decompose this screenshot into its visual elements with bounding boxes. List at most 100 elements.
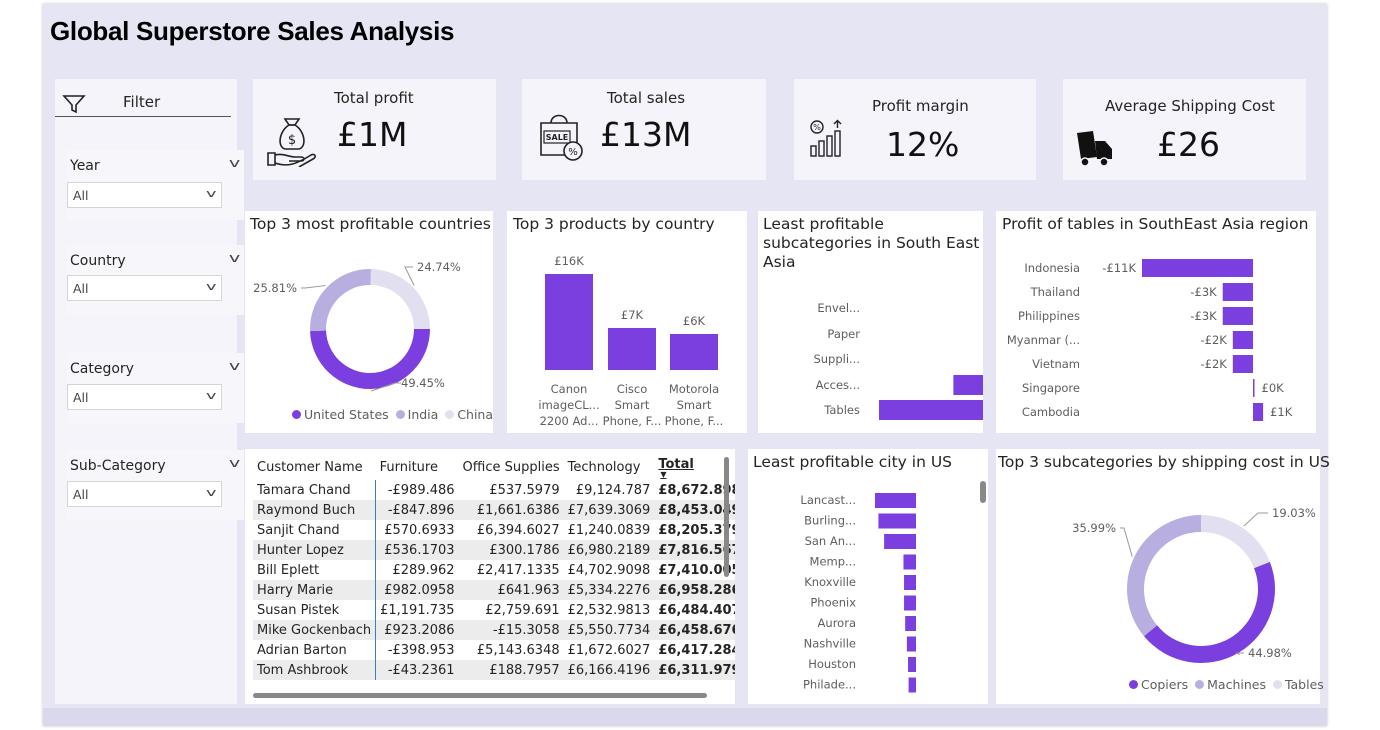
- value-cell: £5,334.2276: [563, 580, 655, 600]
- value-cell: £7,639.3069: [563, 500, 655, 520]
- bar: [878, 513, 916, 529]
- slicer-label: Sub-Category: [70, 458, 166, 474]
- column-chart: £16K Canon imageCL... 2200 Ad... £7K Cisco Sma…: [538, 254, 723, 428]
- customer-name-cell: Sanjit Chand: [253, 520, 377, 540]
- table-row[interactable]: Raymond Buch -£847.896 £1,661.6386 £7,639.3…: [253, 500, 735, 520]
- value-cell: £289.962: [392, 562, 455, 578]
- chevron-down-icon[interactable]: v: [229, 359, 240, 373]
- slicer-country[interactable]: Country v All v: [67, 245, 244, 315]
- value-cell: £5,143.6348: [476, 642, 560, 658]
- bar-chart: Lancast... Burling... San An... Memp... Knox…: [800, 493, 916, 693]
- data-label: 19.03%: [1272, 506, 1316, 520]
- table-row[interactable]: Adrian Barton -£398.953 £5,143.6348 £1,672.…: [253, 640, 735, 660]
- data-label: 24.74%: [417, 260, 461, 274]
- kpi-card-total-sales: Total sales SALE % £13M: [522, 79, 766, 180]
- data-label: -£2K: [1200, 333, 1227, 347]
- category-label: imageCL...: [538, 398, 599, 412]
- legend-swatch: [1195, 680, 1205, 689]
- value-cell: £2,532.9813: [567, 602, 651, 618]
- category-label: Tables: [823, 403, 860, 417]
- bar-chart: Envel... Paper Suppli... Acces... Tables: [813, 301, 983, 420]
- report-canvas: Global Superstore Sales Analysis Filter …: [43, 4, 1330, 726]
- table-row[interactable]: Harry Marie £982.0958 £641.963 £5,334.2276 £…: [253, 580, 735, 600]
- table-row[interactable]: Susan Pistek £1,191.735 £2,759.691 £2,532.9…: [253, 600, 735, 620]
- leader-line: [1120, 527, 1133, 557]
- data-label: -£2K: [1200, 357, 1227, 371]
- slicer-category[interactable]: Category v All v: [67, 353, 244, 423]
- visual-top-countries-donut[interactable]: Top 3 most profitable countries 49.45% 25…: [245, 211, 493, 433]
- category-label: Aurora: [818, 616, 856, 630]
- matrix-table: Customer Name Furniture Office Supplies …: [253, 454, 735, 680]
- chevron-down-icon[interactable]: v: [229, 456, 240, 470]
- total-cell: £6,417.284: [658, 642, 735, 658]
- customer-matrix[interactable]: Customer Name Furniture Office Supplies …: [245, 449, 735, 704]
- vertical-scrollbar[interactable]: [980, 481, 986, 503]
- value-cell: £2,759.691: [485, 602, 560, 618]
- svg-text:%: %: [568, 147, 578, 158]
- bar: [884, 534, 916, 549]
- bar: [1142, 259, 1253, 277]
- table-row[interactable]: Hunter Lopez £536.1703 £300.1786 £6,980.218…: [253, 540, 735, 560]
- value-cell: -£15.3058: [458, 620, 564, 640]
- total-cell: £6,484.407: [658, 602, 735, 618]
- value-cell: £1,672.6027: [567, 642, 651, 658]
- slicer-dropdown[interactable]: All v: [67, 182, 222, 208]
- legend-label: Machines: [1207, 677, 1266, 692]
- legend-label: Tables: [1284, 677, 1324, 692]
- column-header[interactable]: Customer Name: [253, 454, 376, 480]
- slicer-value: All: [73, 281, 89, 296]
- category-label: Singapore: [1022, 381, 1080, 395]
- visual-least-profitable-sea[interactable]: Least profitable subcategories in South …: [758, 211, 983, 433]
- chevron-down-icon: v: [206, 187, 217, 200]
- table-row[interactable]: Sanjit Chand £570.6933 £6,394.6027 £1,240.0…: [253, 520, 735, 540]
- donut-slice: [310, 269, 371, 332]
- slicer-value: All: [73, 390, 89, 405]
- value-cell: -£989.486: [387, 482, 455, 498]
- table-row[interactable]: Tom Ashbrook -£43.2361 £188.7957 £6,166.419…: [253, 660, 735, 680]
- chevron-down-icon[interactable]: v: [229, 156, 240, 170]
- category-label: Phoenix: [810, 596, 856, 610]
- bar: [903, 554, 916, 570]
- value-cell: £6,394.6027: [476, 522, 560, 538]
- filter-title: Filter: [123, 93, 161, 111]
- category-label: Canon: [551, 382, 588, 396]
- bar: [904, 595, 916, 611]
- column-header[interactable]: Technology: [564, 454, 655, 480]
- bar: [608, 328, 656, 370]
- visual-least-profitable-city-us[interactable]: Least profitable city in US Lancast... Bu…: [748, 449, 988, 704]
- value-cell: £4,702.9098: [567, 562, 651, 578]
- kpi-label: Total sales: [607, 89, 686, 107]
- slicer-subcategory[interactable]: Sub-Category v All v: [67, 450, 244, 520]
- value-cell: £9,124.787: [575, 482, 651, 498]
- table-row[interactable]: Bill Eplett £289.962 £2,417.1335 £4,702.909…: [253, 560, 735, 580]
- slicer-label: Country: [70, 253, 126, 269]
- data-label: 35.99%: [1072, 521, 1116, 535]
- legend-label: China: [457, 407, 494, 422]
- category-label: Nashville: [804, 637, 856, 651]
- category-label: Cambodia: [1022, 405, 1080, 419]
- category-label: Smart: [615, 398, 650, 412]
- slicer-year[interactable]: Year v All v: [67, 150, 244, 220]
- customer-name-cell: Mike Gockenbach: [253, 620, 377, 640]
- slicer-dropdown[interactable]: All v: [67, 481, 222, 507]
- data-label: 25.81%: [253, 281, 297, 295]
- table-row[interactable]: Tamara Chand -£989.486 £537.5979 £9,124.787…: [253, 480, 735, 500]
- column-header-total[interactable]: Total ▼: [654, 454, 735, 480]
- visual-tables-profit-sea[interactable]: Profit of tables in SouthEast Asia regio…: [996, 211, 1316, 433]
- column-header[interactable]: Furniture: [376, 454, 459, 480]
- svg-text:SALE: SALE: [546, 133, 569, 142]
- horizontal-scrollbar[interactable]: [253, 693, 707, 698]
- bar: [908, 657, 916, 672]
- category-label: Suppli...: [813, 352, 860, 366]
- table-row[interactable]: Mike Gockenbach £923.2086 -£15.3058 £5,550.…: [253, 620, 735, 640]
- slicer-dropdown[interactable]: All v: [67, 275, 222, 301]
- slicer-dropdown[interactable]: All v: [67, 384, 222, 410]
- column-header[interactable]: Office Supplies: [459, 454, 564, 480]
- bar-chart: Indonesia -£11K Thailand -£3K Philippines -£3…: [1007, 259, 1293, 421]
- data-label: £0K: [1262, 381, 1285, 395]
- bar: [906, 636, 916, 652]
- vertical-scrollbar[interactable]: [724, 457, 729, 577]
- visual-top-products-bar[interactable]: Top 3 products by country £16K Canon image…: [507, 211, 747, 433]
- chevron-down-icon[interactable]: v: [229, 251, 240, 265]
- visual-shipping-cost-donut[interactable]: Top 3 subcategories by shipping cost in …: [996, 449, 1330, 704]
